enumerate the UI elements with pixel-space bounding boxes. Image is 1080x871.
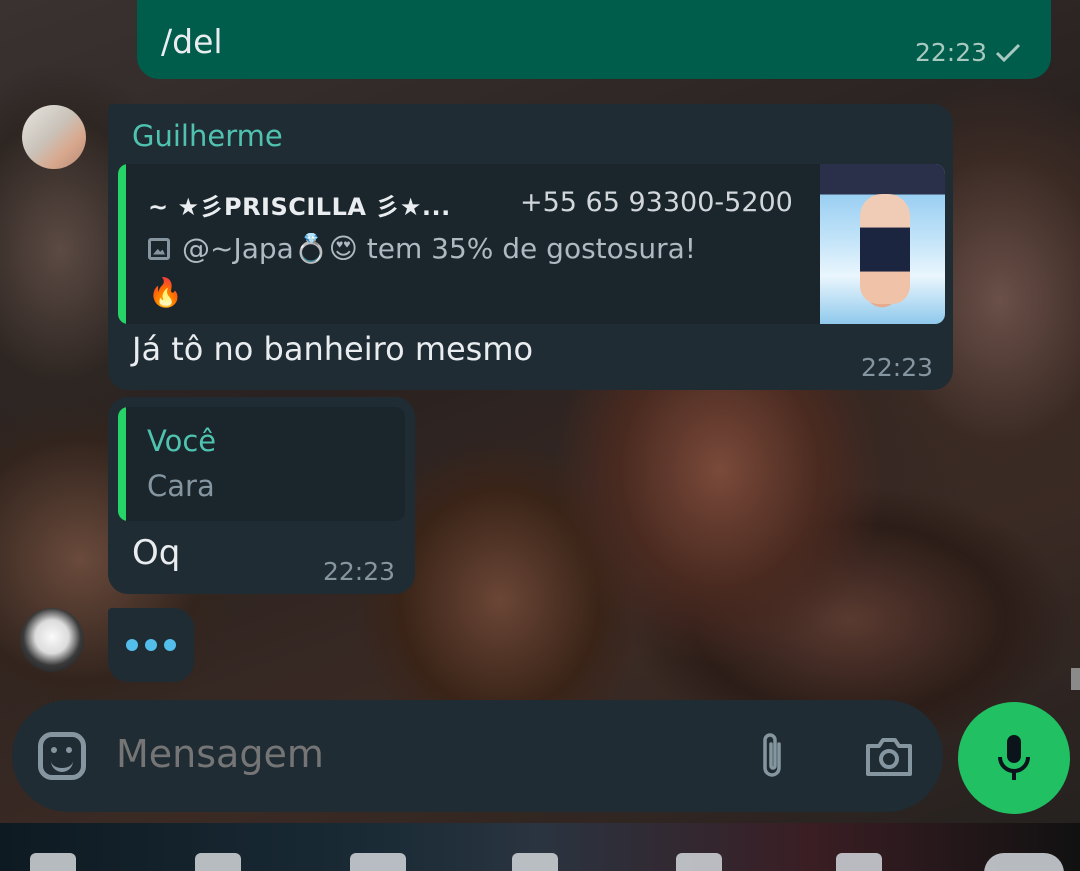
avatar-typing-user[interactable] [20,608,84,672]
message-composer [12,700,943,812]
voice-record-button[interactable] [958,702,1070,814]
nav-home-icon[interactable] [30,853,76,871]
quoted-image-thumbnail[interactable] [820,164,945,324]
nav-translate-icon[interactable] [512,853,558,871]
check-icon [995,43,1021,62]
message-meta: 22:23 [915,38,1021,67]
quoted-text-emoji: 🔥 [148,276,183,309]
nav-settings-icon[interactable] [676,853,722,871]
typing-indicator [108,608,194,682]
message-text: Já tô no banheiro mesmo [132,330,534,368]
quoted-text-line: @~Japa💍😍 tem 35% de gostosura! [182,232,697,265]
quote-bar [118,164,126,324]
sticker-icon[interactable] [38,732,86,780]
incoming-message[interactable]: Guilherme ~ ★彡PRISCILLA 彡★... +55 65 933… [108,104,953,390]
sender-name[interactable]: Guilherme [132,119,283,153]
typing-dot [126,639,138,651]
message-time: 22:23 [914,38,987,67]
quoted-author: ~ ★彡PRISCILLA 彡★... [148,193,451,221]
typing-dot [164,639,176,651]
microphone-icon [998,735,1030,780]
nav-mic-icon[interactable] [984,853,1064,871]
message-text: /del [161,22,223,61]
message-text: Oq [132,533,181,573]
system-navigation-bar [0,823,1080,871]
outgoing-message[interactable]: /del 22:23 [137,0,1051,79]
message-input[interactable] [116,732,589,776]
typing-dot [145,639,157,651]
quoted-message[interactable]: ~ ★彡PRISCILLA 彡★... +55 65 93300-5200 @~… [118,164,945,324]
avatar-guilherme[interactable] [22,105,86,169]
message-time: 22:23 [860,353,933,382]
quoted-text: Cara [147,469,215,503]
image-icon [148,237,170,260]
scroll-indicator [1071,668,1080,690]
quoted-author: Você [147,424,217,458]
nav-grid-icon[interactable] [350,853,406,871]
incoming-message[interactable]: Você Cara Oq 22:23 [108,397,415,594]
thumbnail-figure [860,194,910,304]
quoted-phone: +55 65 93300-5200 [520,187,793,218]
quoted-text: @~Japa💍😍 tem 35% de gostosura! [148,232,696,265]
quote-bar [118,407,126,521]
message-time: 22:23 [322,557,395,586]
quoted-message[interactable]: Você Cara [118,407,405,521]
camera-icon[interactable] [864,736,914,778]
nav-clipboard-icon[interactable] [836,853,882,871]
attach-icon[interactable] [757,730,787,782]
nav-gallery-icon[interactable] [195,853,241,871]
